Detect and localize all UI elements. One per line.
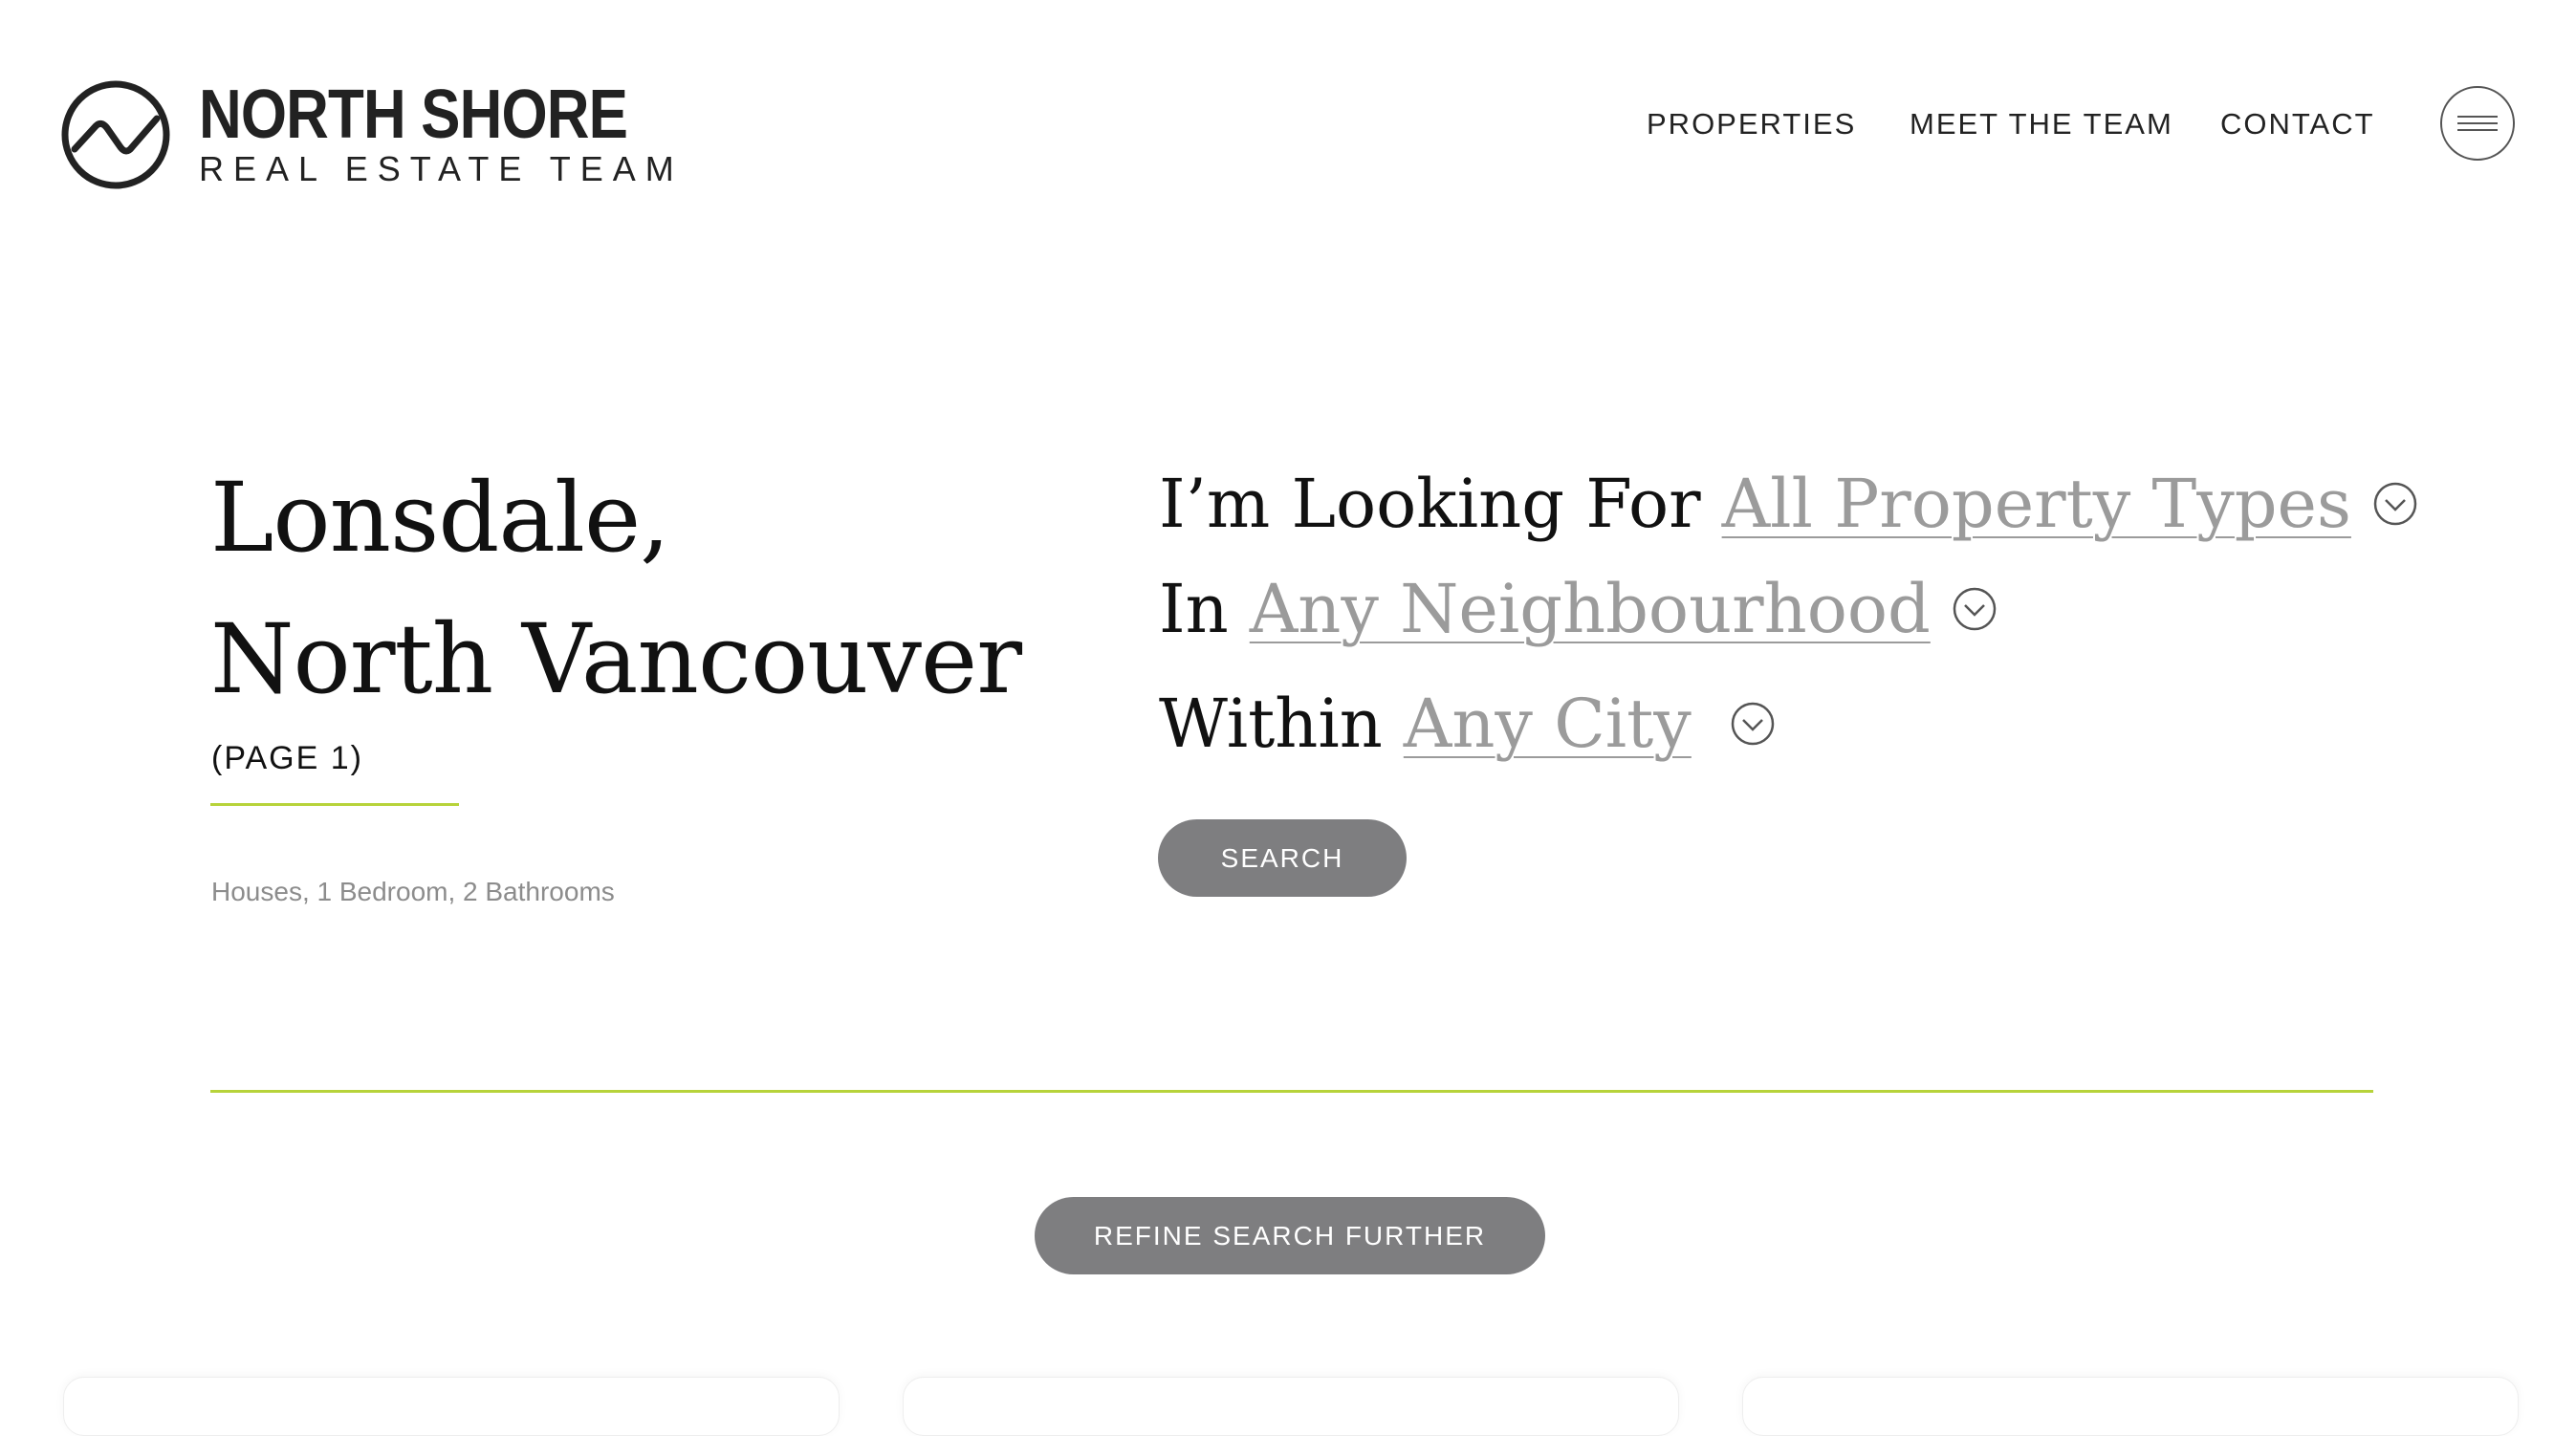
search-button[interactable]: SEARCH bbox=[1158, 819, 1407, 897]
search-line-neighbourhood: In Any Neighbourhood bbox=[1159, 570, 1997, 648]
neighbourhood-select[interactable]: Any Neighbourhood bbox=[1250, 570, 1931, 648]
search-line-property-type: I’m Looking For All Property Types bbox=[1159, 465, 2418, 543]
title-accent-underline bbox=[210, 803, 459, 806]
page-title-line1: Lonsdale, bbox=[210, 462, 670, 574]
nav-link-contact[interactable]: CONTACT bbox=[2220, 107, 2375, 141]
mountain-wave-logo-icon bbox=[61, 80, 170, 189]
brand-logo[interactable]: NORTH SHORE REAL ESTATE TEAM bbox=[61, 80, 697, 189]
active-filters-summary: Houses, 1 Bedroom, 2 Bathrooms bbox=[211, 877, 615, 906]
hamburger-menu-icon[interactable] bbox=[2440, 86, 2515, 161]
page-title: Lonsdale, North Vancouver bbox=[210, 447, 1022, 730]
brand-title: NORTH SHORE bbox=[199, 76, 628, 153]
neighbourhood-prefix: In bbox=[1159, 570, 1229, 648]
city-prefix: Within bbox=[1159, 685, 1383, 763]
page-title-line2: North Vancouver bbox=[210, 603, 1022, 715]
city-select[interactable]: Any City bbox=[1404, 685, 1692, 763]
refine-search-button[interactable]: REFINE SEARCH FURTHER bbox=[1035, 1197, 1545, 1274]
chevron-down-icon[interactable] bbox=[1730, 701, 1776, 747]
chevron-down-icon[interactable] bbox=[2372, 481, 2418, 527]
nav-link-meet-the-team[interactable]: MEET THE TEAM bbox=[1910, 107, 2173, 141]
property-card[interactable] bbox=[903, 1377, 1679, 1436]
chevron-down-icon[interactable] bbox=[1952, 586, 1997, 632]
property-type-prefix: I’m Looking For bbox=[1159, 465, 1701, 543]
section-divider bbox=[210, 1090, 2373, 1093]
property-card[interactable] bbox=[1742, 1377, 2519, 1436]
page-number-label: (PAGE 1) bbox=[211, 740, 363, 776]
property-card[interactable] bbox=[63, 1377, 840, 1436]
property-type-select[interactable]: All Property Types bbox=[1722, 465, 2351, 543]
brand-subtitle: REAL ESTATE TEAM bbox=[199, 149, 684, 188]
nav-link-properties[interactable]: PROPERTIES bbox=[1647, 107, 1856, 141]
search-line-city: Within Any City bbox=[1159, 685, 1776, 763]
